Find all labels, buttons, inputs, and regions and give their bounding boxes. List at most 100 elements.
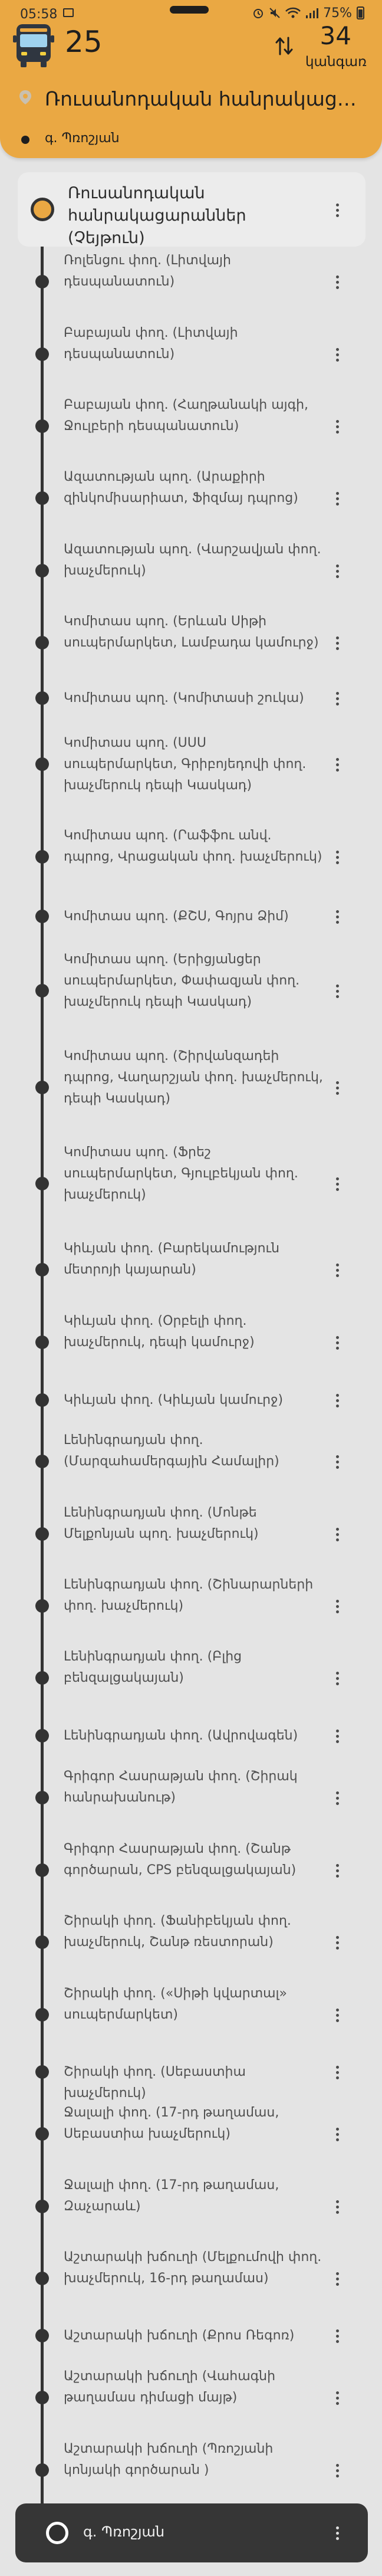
route-header: 05:58 75% 25 34 կանգառ Ռուսանոդական հանր… — [0, 0, 382, 158]
stop-dot-icon — [35, 1527, 49, 1541]
status-icons: 75% — [252, 5, 364, 21]
stop-dot-icon — [35, 910, 49, 923]
stop-dot-icon — [35, 984, 49, 997]
stop-name: Բաբայան փող. (Լիտվայի դեսպանատուն) — [64, 326, 238, 362]
more-options-icon[interactable] — [330, 687, 345, 710]
stop-count: 34 — [320, 21, 351, 50]
stop-name: Լենինգրադյան փող. (Մոնթե Մելքոնյան պող. … — [64, 1505, 259, 1541]
more-options-icon[interactable] — [330, 343, 345, 366]
stop-dot-icon — [35, 2329, 49, 2342]
stop-name: Աշտարակի խճուղի (Վահագնի թաղամաս դիմացի … — [64, 2369, 276, 2405]
more-options-icon[interactable] — [330, 270, 345, 294]
route-title: Ռուսանոդական հանրակացարաններ (Չեյթուն) — [45, 87, 366, 110]
stop-name: Աշտարակի խճուղի (Պռոշյանի կոնյակի գործար… — [64, 2442, 274, 2477]
wifi-icon — [285, 7, 301, 18]
more-options-icon[interactable] — [330, 1450, 345, 1474]
more-options-icon[interactable] — [330, 1859, 345, 1882]
more-options-icon[interactable] — [330, 2267, 345, 2290]
stop-dot-icon — [35, 2272, 49, 2285]
more-options-icon[interactable] — [330, 2459, 345, 2482]
stop-dot-icon — [35, 1393, 49, 1407]
stop-name: Կոմիտաս պող. (Րաֆֆու անվ. դպրոց, Վրացակա… — [64, 828, 322, 864]
battery-percent: 75% — [323, 5, 352, 21]
stop-dot-icon — [35, 347, 49, 361]
more-options-icon[interactable] — [330, 845, 345, 869]
more-options-icon[interactable] — [330, 1258, 345, 1282]
stop-row-last[interactable]: գ. Պռոշյան — [15, 2503, 368, 2562]
more-options-icon[interactable] — [330, 198, 345, 222]
more-options-icon[interactable] — [330, 1522, 345, 1546]
signal-icon — [306, 8, 319, 18]
more-options-icon[interactable] — [330, 2386, 345, 2410]
stop-name: Լենինգրադյան փող. (Շինարարների փող. խաչմ… — [64, 1577, 314, 1613]
stop-name: Ռոլենցու փող. (Լիտվայի դեսպանատուն) — [64, 253, 231, 289]
stop-name: Կիևյան փող. (Կիևյան կամուրջ) — [64, 1393, 284, 1407]
more-options-icon[interactable] — [330, 1594, 345, 1618]
more-options-icon[interactable] — [330, 1076, 345, 1100]
stop-dot-icon — [35, 1263, 49, 1276]
stop-dot-icon — [35, 1863, 49, 1877]
stop-dot-icon — [35, 564, 49, 577]
route-timeline-line — [41, 210, 44, 2522]
more-options-icon[interactable] — [330, 2060, 345, 2084]
swap-direction-icon[interactable] — [274, 34, 295, 58]
stop-name: Շիրակի փող. (Ֆանիբեկյան փող. խաչմերուկ, … — [64, 1914, 291, 1950]
stop-name: Գրիգոր Հասրաթյան փող. (Շիրակ հանրախանութ… — [64, 1769, 298, 1805]
more-options-icon[interactable] — [330, 753, 345, 776]
more-options-icon[interactable] — [330, 1666, 345, 1690]
stop-name: Լենինգրադյան փող. (Բլից բենզալցակայան) — [64, 1649, 242, 1685]
more-options-icon[interactable] — [330, 979, 345, 1003]
stop-count-label: կանգառ — [305, 54, 367, 70]
more-options-icon[interactable] — [330, 1724, 345, 1748]
stop-dot-icon — [35, 2065, 49, 2079]
more-options-icon[interactable] — [330, 631, 345, 655]
stop-name: Լենինգրադյան փող. (Մարզահամերգային Համալ… — [64, 1433, 279, 1469]
more-options-icon[interactable] — [330, 487, 345, 510]
more-options-icon[interactable] — [330, 2122, 345, 2146]
stop-dot-icon — [35, 1791, 49, 1804]
stop-dot-icon — [35, 2008, 49, 2022]
more-options-icon[interactable] — [330, 1331, 345, 1354]
stop-name: Բաբայան փող. (Հաղթանակի այգի, Ջուլբերի դ… — [64, 398, 309, 434]
stop-dot-icon — [35, 850, 49, 864]
stop-dot-icon — [35, 1729, 49, 1743]
stop-name: Ազատության պող. (Արաքիրի զինկոմիսարիատ, … — [64, 470, 298, 506]
stop-name: Կոմիտաս պող. (Շիրվանզադեի դպրոց, Վաղարշյ… — [64, 1049, 323, 1106]
stop-name: գ. Պռոշյան — [83, 2524, 165, 2540]
route-number: 25 — [65, 25, 103, 59]
stop-dot-icon — [35, 275, 49, 288]
stop-name: Կոմիտաս պող. (Կոմիտասի շուկա) — [64, 691, 304, 705]
more-options-icon[interactable] — [330, 1389, 345, 1412]
stop-dot-icon — [35, 419, 49, 433]
stop-name: Կիևյան փող. (Բարեկամություն մետրոյի կայա… — [64, 1241, 280, 1277]
bus-icon — [13, 24, 54, 67]
more-options-icon[interactable] — [330, 415, 345, 438]
more-options-icon[interactable] — [330, 905, 345, 928]
stop-name: Կիևյան փող. (Օրբելի փող. խաչմերուկ, դեպի… — [64, 1314, 255, 1350]
more-options-icon[interactable] — [330, 2195, 345, 2219]
stop-dot-icon — [35, 1081, 49, 1094]
stop-dot-icon — [35, 1671, 49, 1685]
stop-name: Կոմիտաս պող. (ՍՍՍ սուպերմարկետ, Գրիբոյեդ… — [64, 736, 307, 793]
more-options-icon[interactable] — [330, 559, 345, 583]
stop-name: Ռուսանոդական հանրակացարաններ (Չեյթուն) — [68, 184, 246, 247]
battery-icon — [357, 6, 364, 19]
alarm-icon — [253, 9, 264, 18]
more-options-icon[interactable] — [330, 2324, 345, 2348]
stop-dot-icon — [35, 1935, 49, 1949]
stop-dot-icon — [35, 1335, 49, 1349]
more-options-icon[interactable] — [330, 1931, 345, 1954]
stop-name: Ազատության պող. (Վարշավյան փող. խաչմերու… — [64, 542, 321, 578]
stop-name: Շիրակի փող. («Սիթի կվարտալ» սուպերմարկետ… — [64, 1986, 287, 2022]
stop-dot-icon — [35, 2391, 49, 2404]
stop-dot-icon — [35, 491, 49, 505]
stop-dot-icon — [35, 757, 49, 771]
destination-label: գ. Պռոշյան — [45, 131, 120, 146]
more-options-icon[interactable] — [330, 1172, 345, 1196]
more-options-icon[interactable] — [330, 1786, 345, 1810]
stop-name: Կոմիտաս պող. (ՔՇՍ, Գոյրս Ձիմ) — [64, 909, 289, 924]
stop-dot-icon — [35, 1599, 49, 1613]
more-options-icon[interactable] — [330, 2003, 345, 2027]
more-options-icon[interactable] — [330, 2521, 345, 2545]
location-pin-icon — [19, 90, 31, 104]
